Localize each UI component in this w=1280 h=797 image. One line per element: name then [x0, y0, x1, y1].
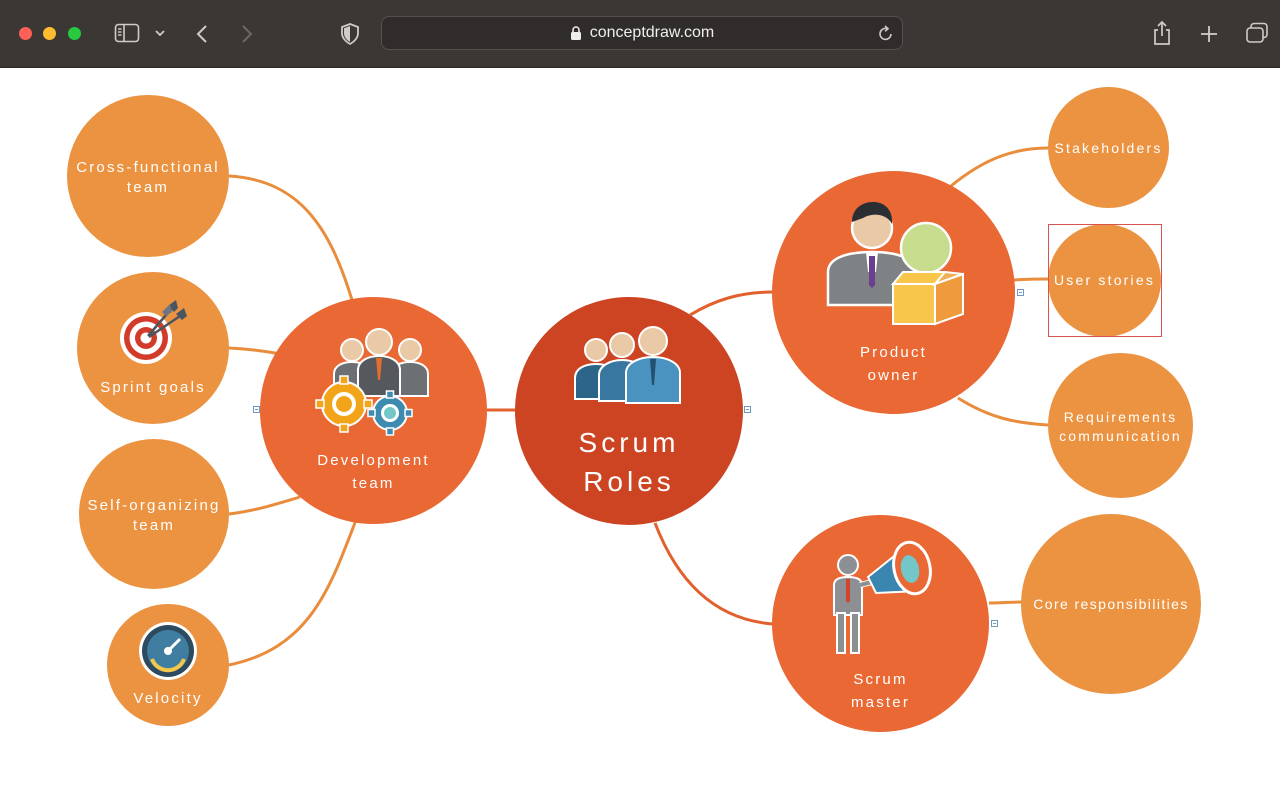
node-cross-functional-team[interactable]: Cross-functional team	[67, 95, 229, 257]
link-self-organizing	[228, 495, 301, 516]
minimize-window-button[interactable]	[43, 27, 56, 40]
node-stakeholders[interactable]: Stakeholders	[1048, 87, 1169, 208]
node-development-team[interactable]: Development team	[260, 297, 487, 524]
node-product-owner[interactable]: Product owner	[772, 171, 1015, 414]
collapse-toggle-center[interactable]	[744, 406, 751, 413]
privacy-shield-icon[interactable]	[340, 23, 360, 45]
node-self-organizing-team[interactable]: Self-organizing team	[79, 439, 229, 589]
link-cross-functional	[228, 174, 354, 301]
speedometer-icon	[138, 621, 198, 686]
new-tab-icon[interactable]	[1199, 24, 1219, 44]
megaphone-icon	[828, 535, 936, 662]
node-label: Development team	[317, 452, 430, 492]
node-requirements-communication[interactable]: Requirements communication	[1048, 353, 1193, 498]
node-sprint-goals[interactable]: Sprint goals	[77, 272, 229, 424]
node-scrum-roles[interactable]: Scrum Roles	[515, 297, 743, 525]
share-icon[interactable]	[1152, 20, 1172, 46]
product-box-icon	[823, 200, 965, 333]
chevron-down-icon[interactable]	[154, 28, 166, 38]
collapse-toggle-product-owner[interactable]	[1017, 289, 1024, 296]
node-label: Scrum Roles	[578, 427, 680, 497]
node-label: Velocity	[133, 690, 203, 707]
forward-icon[interactable]	[240, 24, 254, 44]
team-icon	[570, 323, 690, 412]
node-core-responsibilities[interactable]: Core responsibilities	[1021, 514, 1201, 694]
link-center-product-owner	[689, 290, 774, 317]
node-label: Core responsibilities	[1033, 596, 1189, 612]
mindmap-canvas: Cross-functional team Sprint goals Self-…	[0, 68, 1280, 797]
url-text: conceptdraw.com	[589, 24, 715, 41]
link-sprint-goals	[228, 346, 281, 356]
collapse-toggle-development[interactable]	[253, 406, 260, 413]
link-center-scrum-master	[653, 522, 774, 626]
browser-toolbar: conceptdraw.com	[0, 0, 1280, 68]
sidebar-icon[interactable]	[114, 23, 140, 43]
selection-frame	[1048, 224, 1162, 337]
node-label: Self-organizing team	[87, 497, 221, 534]
link-user-stories	[1013, 277, 1049, 282]
back-icon[interactable]	[195, 24, 209, 44]
node-label: Requirements communication	[1059, 409, 1182, 444]
tabs-overview-icon[interactable]	[1245, 22, 1269, 44]
target-icon	[118, 298, 190, 369]
node-label: Product owner	[859, 344, 928, 384]
link-stakeholders	[950, 146, 1049, 188]
link-requirements	[957, 396, 1049, 427]
link-velocity	[228, 519, 358, 667]
team-gears-icon	[314, 324, 434, 445]
collapse-toggle-scrum-master[interactable]	[991, 620, 998, 627]
close-window-button[interactable]	[19, 27, 32, 40]
node-label: Stakeholders	[1054, 140, 1163, 156]
reload-icon[interactable]	[878, 24, 894, 42]
node-label: Scrum master	[850, 671, 911, 711]
node-label: Cross-functional team	[76, 159, 220, 196]
node-scrum-master[interactable]: Scrum master	[772, 515, 989, 732]
lock-icon	[570, 25, 582, 41]
zoom-window-button[interactable]	[68, 27, 81, 40]
address-bar[interactable]: conceptdraw.com	[381, 16, 903, 50]
node-velocity[interactable]: Velocity	[107, 604, 229, 726]
node-label: Sprint goals	[100, 379, 206, 396]
